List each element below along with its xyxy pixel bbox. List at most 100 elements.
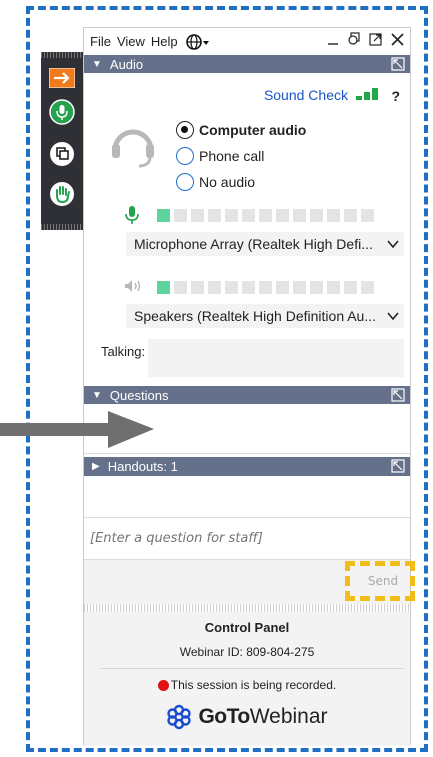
- send-highlight-box: [345, 561, 415, 601]
- microphone-level-icon: [125, 206, 139, 224]
- menu-help[interactable]: Help: [151, 34, 178, 49]
- menu-view[interactable]: View: [117, 34, 145, 49]
- minimize-icon[interactable]: [327, 32, 339, 46]
- globe-icon: [185, 33, 209, 50]
- logo-webinar-text: Webinar: [249, 705, 328, 728]
- speaker-icon: [125, 280, 141, 292]
- level-segment: [157, 209, 170, 222]
- level-segment: [259, 209, 272, 222]
- restore-icon[interactable]: [347, 32, 361, 46]
- expand-triangle-icon: ▶: [92, 461, 100, 472]
- level-segment: [344, 281, 357, 294]
- side-toolbar: [41, 52, 83, 230]
- level-segment: [310, 209, 323, 222]
- collapse-panel-button[interactable]: [48, 64, 76, 92]
- questions-header-label: Questions: [109, 387, 169, 403]
- microphone-icon: [49, 99, 75, 125]
- chevron-down-icon: [387, 240, 399, 249]
- level-segment: [310, 281, 323, 294]
- screen-share-icon: [50, 142, 74, 166]
- radio-button[interactable]: [176, 121, 194, 139]
- language-menu[interactable]: [185, 33, 210, 50]
- gotowebinar-logo-icon: [167, 704, 192, 730]
- audio-section-header[interactable]: ▼ Audio: [84, 55, 410, 73]
- level-segment: [344, 209, 357, 222]
- radio-computer-audio[interactable]: Computer audio: [176, 121, 306, 139]
- level-segment: [293, 209, 306, 222]
- microphone-toggle-button[interactable]: [48, 98, 76, 126]
- webinar-id: Webinar ID: 809-804-275: [179, 645, 315, 659]
- radio-label: No audio: [199, 174, 256, 190]
- section-popout-icon[interactable]: [391, 388, 405, 402]
- logo-goto-text: GoTo: [198, 705, 250, 728]
- section-popout-icon[interactable]: [391, 459, 405, 473]
- arrow-right-icon: [49, 68, 75, 88]
- microphone-level-meter: [157, 209, 374, 222]
- level-segment: [293, 281, 306, 294]
- toolbar-grip[interactable]: [41, 224, 83, 230]
- handouts-header-label: Handouts: 1: [107, 459, 178, 474]
- handouts-list: [84, 476, 410, 518]
- help-button[interactable]: ?: [391, 88, 400, 104]
- raise-hand-icon: [50, 182, 74, 206]
- speakers-select[interactable]: Speakers (Realtek High Definition Au...: [126, 304, 404, 328]
- radio-button[interactable]: [176, 173, 194, 191]
- radio-button[interactable]: [176, 147, 194, 165]
- speakers-select-value: Speakers (Realtek High Definition Au...: [134, 308, 377, 324]
- level-segment: [191, 281, 204, 294]
- level-segment: [157, 281, 170, 294]
- microphone-select[interactable]: Microphone Array (Realtek High Defi...: [126, 232, 404, 256]
- collapse-triangle-icon: ▼: [92, 389, 102, 401]
- popout-icon[interactable]: [369, 32, 383, 46]
- audio-header-label: Audio: [109, 56, 144, 72]
- recording-text: This session is being recorded.: [170, 678, 337, 692]
- recording-dot-icon: [157, 679, 169, 691]
- divider: [100, 668, 404, 669]
- menu-bar: File View Help: [84, 28, 410, 55]
- level-segment: [242, 209, 255, 222]
- level-segment: [276, 281, 289, 294]
- radio-label: Computer audio: [199, 122, 307, 138]
- radio-label: Phone call: [199, 148, 265, 164]
- section-popout-icon[interactable]: [391, 57, 405, 71]
- screen-share-button[interactable]: [48, 140, 76, 168]
- level-segment: [191, 209, 204, 222]
- level-segment: [208, 281, 221, 294]
- chevron-down-icon: [387, 312, 399, 321]
- handouts-section-header[interactable]: ▶ Handouts: 1: [84, 457, 410, 476]
- questions-section-header[interactable]: ▼ Questions: [84, 386, 410, 404]
- radio-phone-call[interactable]: Phone call: [176, 147, 264, 165]
- level-segment: [327, 281, 340, 294]
- control-panel-title: Control Panel: [204, 620, 290, 635]
- close-icon[interactable]: [391, 32, 404, 46]
- pointer-arrow-icon: [0, 411, 154, 448]
- control-panel-footer: Control Panel Webinar ID: 809-804-275 Th…: [84, 612, 410, 746]
- talking-box: [148, 339, 404, 377]
- radio-no-audio[interactable]: No audio: [176, 173, 255, 191]
- level-segment: [208, 209, 221, 222]
- level-segment: [259, 281, 272, 294]
- speaker-level-meter: [157, 281, 374, 294]
- collapse-triangle-icon: ▼: [92, 58, 102, 70]
- level-segment: [276, 209, 289, 222]
- level-segment: [225, 281, 238, 294]
- toolbar-grip[interactable]: [41, 52, 83, 58]
- window-controls: [327, 32, 404, 46]
- gotowebinar-logo: GoTo Webinar: [84, 704, 410, 730]
- level-segment: [327, 209, 340, 222]
- level-segment: [361, 209, 374, 222]
- talking-label: Talking:: [101, 344, 146, 359]
- level-segment: [174, 281, 187, 294]
- signal-strength-icon: [356, 88, 378, 100]
- resize-grip[interactable]: [84, 604, 410, 612]
- control-panel-window: File View Help ▼ Audio Sound Check ? Com…: [83, 27, 411, 746]
- question-input[interactable]: [84, 518, 410, 560]
- level-segment: [242, 281, 255, 294]
- raise-hand-button[interactable]: [48, 180, 76, 208]
- microphone-select-value: Microphone Array (Realtek High Defi...: [134, 236, 373, 252]
- level-segment: [361, 281, 374, 294]
- menu-file[interactable]: File: [90, 34, 111, 49]
- level-segment: [225, 209, 238, 222]
- recording-notice: This session is being recorded.: [84, 678, 410, 692]
- sound-check-link[interactable]: Sound Check: [264, 87, 348, 103]
